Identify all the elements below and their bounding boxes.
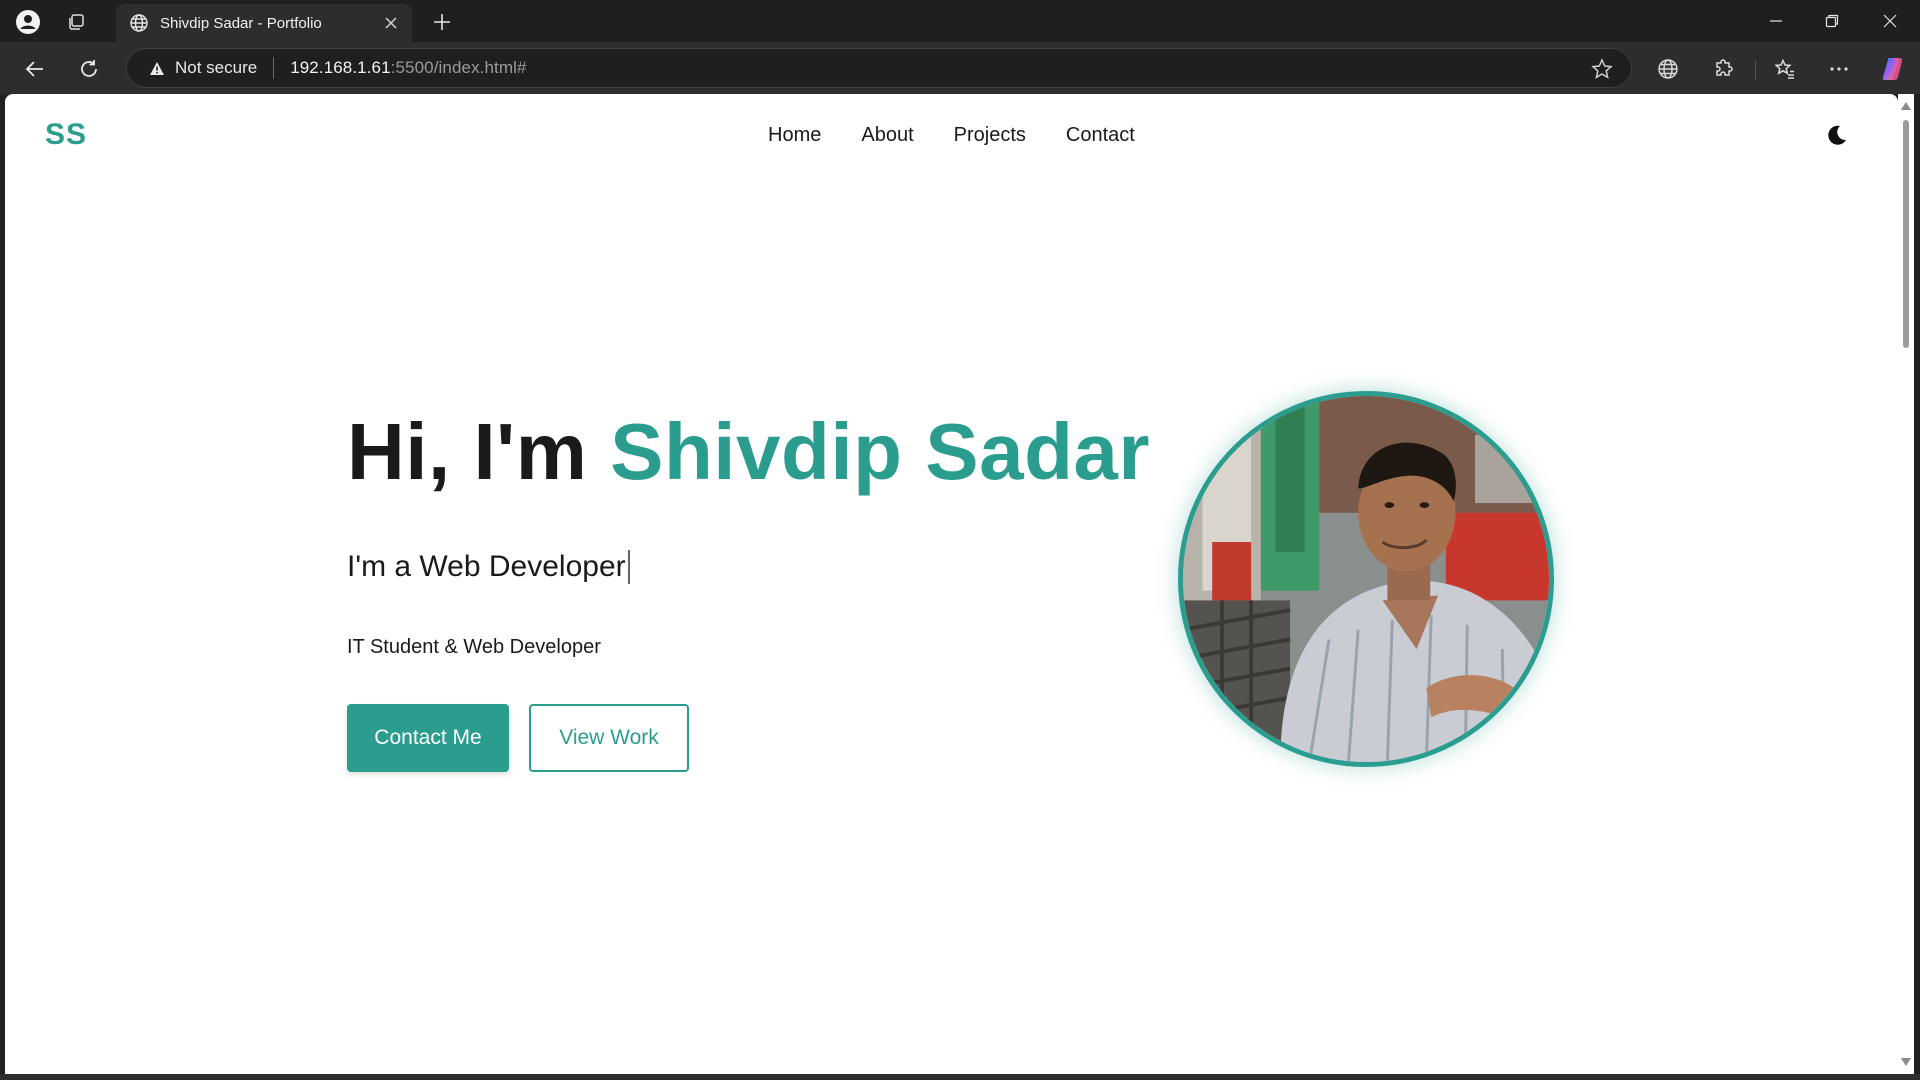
url-path: :5500/index.html# bbox=[390, 58, 527, 77]
extensions-icon[interactable] bbox=[1707, 52, 1741, 86]
favorite-star-icon[interactable] bbox=[1591, 58, 1613, 85]
profile-icon[interactable] bbox=[14, 8, 42, 36]
vpn-globe-icon[interactable] bbox=[1651, 52, 1685, 86]
back-icon[interactable] bbox=[18, 52, 52, 86]
nav-about-link[interactable]: About bbox=[861, 124, 913, 147]
tab-title: Shivdip Sadar - Portfolio bbox=[160, 14, 322, 32]
typing-cursor bbox=[627, 550, 630, 584]
view-work-button[interactable]: View Work bbox=[529, 704, 689, 772]
nav-projects-link[interactable]: Projects bbox=[954, 124, 1026, 147]
more-menu-icon[interactable] bbox=[1822, 52, 1856, 86]
scroll-down-arrow-icon[interactable] bbox=[1901, 1058, 1911, 1066]
reload-icon[interactable] bbox=[72, 52, 106, 86]
hero-greeting: Hi, I'm bbox=[347, 407, 588, 496]
nav-home-link[interactable]: Home bbox=[768, 124, 821, 147]
browser-toolbar: Not secure 192.168.1.61:5500/index.html# bbox=[0, 42, 1920, 94]
contact-me-button[interactable]: Contact Me bbox=[347, 704, 509, 772]
typed-text-line: I'm a Web Developer bbox=[347, 550, 630, 584]
scroll-up-arrow-icon[interactable] bbox=[1901, 102, 1911, 110]
minimize-icon[interactable] bbox=[1748, 0, 1804, 42]
security-label: Not secure bbox=[175, 58, 258, 77]
profile-avatar bbox=[1178, 391, 1554, 767]
page-viewport: SS Home About Projects Contact Hi, I'm S… bbox=[5, 94, 1898, 1074]
globe-icon bbox=[128, 12, 150, 34]
favorites-icon[interactable] bbox=[1768, 52, 1802, 86]
restore-icon[interactable] bbox=[1804, 0, 1860, 42]
theme-toggle-button[interactable] bbox=[1822, 120, 1852, 150]
warning-icon bbox=[150, 61, 164, 75]
site-logo[interactable]: SS bbox=[45, 118, 87, 152]
close-window-icon[interactable] bbox=[1862, 0, 1918, 42]
hero-name: Shivdip Sadar bbox=[610, 407, 1151, 496]
browser-titlebar: Shivdip Sadar - Portfolio bbox=[0, 0, 1920, 42]
url-text[interactable]: 192.168.1.61:5500/index.html# bbox=[290, 58, 526, 78]
hero-tagline: IT Student & Web Developer bbox=[347, 636, 601, 658]
new-tab-icon[interactable] bbox=[428, 8, 456, 36]
nav-contact-link[interactable]: Contact bbox=[1066, 124, 1135, 147]
site-nav: Home About Projects Contact bbox=[768, 124, 1135, 147]
toolbar-separator bbox=[1755, 60, 1756, 80]
typed-text: I'm a Web Developer bbox=[347, 550, 626, 583]
url-host: 192.168.1.61 bbox=[290, 58, 391, 77]
workspaces-icon[interactable] bbox=[62, 8, 90, 36]
moon-icon bbox=[1828, 125, 1846, 145]
copilot-icon[interactable] bbox=[1876, 52, 1910, 86]
close-tab-icon[interactable] bbox=[380, 12, 402, 34]
security-indicator[interactable]: Not secure bbox=[149, 58, 257, 78]
window-bottom-edge bbox=[0, 1074, 1920, 1080]
address-bar[interactable]: Not secure 192.168.1.61:5500/index.html# bbox=[126, 48, 1632, 88]
scrollbar-thumb[interactable] bbox=[1903, 120, 1909, 348]
hero-heading: Hi, I'm Shivdip Sadar bbox=[347, 406, 1150, 498]
active-tab[interactable]: Shivdip Sadar - Portfolio bbox=[116, 4, 412, 42]
page-scrollbar[interactable] bbox=[1898, 94, 1914, 1074]
address-separator bbox=[273, 57, 275, 79]
